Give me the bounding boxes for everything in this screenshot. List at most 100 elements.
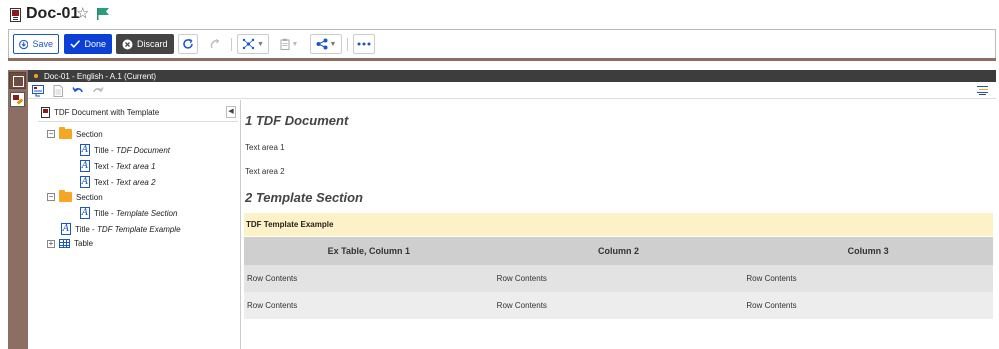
editor-toolbar: [28, 83, 996, 99]
table-cell: Row Contents: [496, 274, 547, 283]
network-dropdown[interactable]: ▼: [237, 34, 269, 54]
document-icon: [41, 107, 50, 118]
done-label: Done: [84, 39, 106, 49]
share-dropdown[interactable]: ▼: [310, 34, 342, 54]
tree-node-label: Table: [74, 239, 94, 248]
collapse-panel-button[interactable]: ◀: [226, 106, 236, 118]
collapse-icon[interactable]: −: [47, 193, 55, 201]
tree-view-icon[interactable]: [32, 85, 44, 97]
collapse-icon[interactable]: −: [47, 130, 55, 138]
network-icon: [242, 38, 255, 50]
table-cell: Row Contents: [746, 274, 797, 283]
tree-node-label: Title -: [75, 224, 97, 234]
tree-node-section[interactable]: − Section: [47, 127, 103, 139]
text-element-icon: A: [80, 144, 90, 156]
template-title: TDF Template Example: [244, 213, 993, 236]
paragraph: Text area 2: [245, 167, 285, 176]
done-button[interactable]: Done: [64, 34, 112, 54]
tree-node-section[interactable]: − Section: [47, 190, 103, 202]
tree-node-value: Text area 1: [115, 161, 156, 171]
save-label: Save: [32, 39, 53, 49]
side-rail: [8, 70, 28, 349]
section-heading: 1 TDF Document: [245, 113, 349, 128]
tree-node-table[interactable]: + Table: [47, 239, 93, 248]
discard-label: Discard: [137, 39, 168, 49]
edit-document-icon[interactable]: [10, 92, 25, 107]
star-icon[interactable]: ☆: [76, 4, 89, 22]
refresh-icon: [183, 38, 193, 49]
tree-root-label: TDF Document with Template: [54, 108, 160, 117]
text-element-icon: A: [80, 160, 90, 172]
chevron-down-icon: ▼: [257, 40, 264, 48]
table-row: Row Contents Row Contents Row Contents: [244, 292, 993, 319]
tree-node-title[interactable]: A Title - TDF Template Example: [61, 223, 181, 235]
main-toolbar: Save Done Discard ▼ ▼ ▼: [8, 29, 996, 58]
tree-node-title[interactable]: A Title - Template Section: [80, 207, 177, 219]
toolbar-divider-bar: [8, 58, 996, 61]
table-cell: Row Contents: [247, 301, 298, 310]
table-header-cell: Ex Table, Column 1: [327, 246, 411, 256]
tree-node-text[interactable]: A Text - Text area 1: [80, 160, 156, 172]
more-icon: [357, 42, 371, 46]
page-title: Doc-01: [26, 5, 80, 22]
undo-icon[interactable]: [72, 85, 84, 97]
table-cell: Row Contents: [496, 301, 547, 310]
document-icon: [10, 8, 21, 22]
save-button[interactable]: Save: [13, 34, 59, 54]
share-icon: [316, 38, 328, 50]
refresh-button[interactable]: [178, 34, 198, 54]
paragraph: Text area 1: [245, 143, 285, 152]
table-row: Row Contents Row Contents Row Contents: [244, 265, 993, 292]
document-tree: TDF Document with Template ◀ − Section A…: [28, 100, 241, 349]
check-icon: [70, 40, 81, 48]
panel-layout-icon[interactable]: [9, 72, 26, 89]
section-heading: 2 Template Section: [245, 190, 363, 205]
table-header-cell: Column 2: [598, 246, 640, 256]
toolbar-divider: [231, 38, 232, 51]
breadcrumb-label: Doc-01 - English - A.1 (Current): [44, 71, 157, 81]
tree-node-value: Text area 2: [115, 177, 156, 187]
table-header-cell: Column 3: [847, 246, 889, 256]
tree-node-value: TDF Template Example: [96, 224, 181, 234]
table-cell: Row Contents: [247, 274, 298, 283]
discard-button[interactable]: Discard: [116, 34, 174, 54]
chevron-down-icon: ▼: [329, 40, 337, 48]
outline-icon[interactable]: [977, 86, 988, 95]
tree-node-value: TDF Document: [115, 145, 171, 155]
folder-icon: [59, 190, 72, 202]
status-dot-icon: [34, 74, 38, 78]
expand-icon[interactable]: +: [47, 239, 55, 248]
redo-button[interactable]: [205, 34, 225, 54]
tree-node-label: Text -: [94, 161, 116, 171]
table-cell: Row Contents: [746, 301, 797, 310]
tree-root[interactable]: TDF Document with Template: [41, 107, 159, 118]
text-element-icon: A: [80, 176, 90, 188]
tree-node-label: Section: [76, 192, 103, 202]
save-icon: [19, 39, 29, 49]
tree-node-title[interactable]: A Title - TDF Document: [80, 144, 170, 156]
close-circle-icon: [122, 39, 133, 49]
tree-header: TDF Document with Template ◀: [38, 104, 238, 122]
text-element-icon: A: [80, 207, 90, 219]
document-preview: 1 TDF Document Text area 1 Text area 2 2…: [241, 100, 996, 349]
table-header: Ex Table, Column 1 Column 2 Column 3: [244, 237, 993, 265]
page-icon[interactable]: [52, 85, 64, 97]
tree-node-label: Text -: [94, 177, 116, 187]
page-header: Doc-01 ☆: [0, 0, 999, 30]
tree-node-label: Section: [76, 129, 103, 139]
toolbar-divider: [347, 38, 348, 51]
tree-node-label: Title -: [94, 145, 116, 155]
breadcrumb: Doc-01 - English - A.1 (Current): [28, 70, 996, 82]
text-element-icon: A: [61, 223, 71, 235]
redo-icon[interactable]: [92, 85, 104, 97]
flag-icon[interactable]: [96, 7, 110, 21]
tree-node-value: Template Section: [115, 208, 178, 218]
clipboard-dropdown[interactable]: ▼: [275, 34, 303, 54]
folder-icon: [59, 127, 72, 139]
chevron-down-icon: ▼: [291, 40, 299, 48]
tree-node-label: Title -: [94, 208, 116, 218]
tree-node-text[interactable]: A Text - Text area 2: [80, 176, 156, 188]
more-button[interactable]: [353, 34, 375, 54]
redo-icon: [210, 38, 220, 49]
clipboard-icon: [280, 38, 290, 50]
